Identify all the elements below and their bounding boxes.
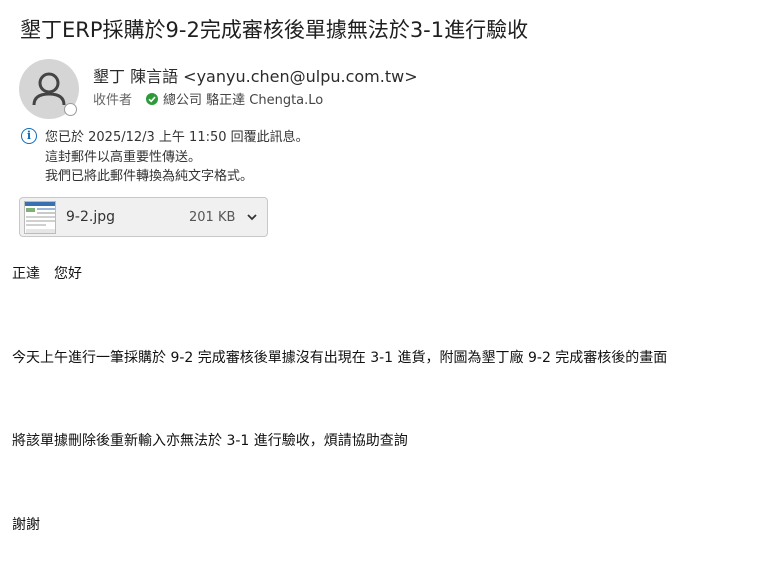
info-plaintext: 我們已將此郵件轉換為純文字格式。 [45, 169, 254, 184]
sender[interactable]: 墾丁 陳言語 <yanyu.chen@ulpu.com.tw> [93, 63, 418, 87]
chevron-down-icon[interactable] [246, 211, 258, 223]
info-reply[interactable]: 您已於 2025/12/3 上午 11:50 回覆此訊息。 [45, 128, 309, 148]
attachment-name: 9-2.jpg [66, 209, 115, 225]
recipient[interactable]: 總公司 駱正達 Chengta.Lo [163, 89, 323, 108]
body-paragraph: 今天上午進行一筆採購於 9-2 完成審核後單據沒有出現在 3-1 進貨，附圖為墾… [12, 350, 668, 366]
info-bar: 您已於 2025/12/3 上午 11:50 回覆此訊息。 這封郵件以高重要性傳… [45, 128, 309, 187]
info-icon: i [21, 128, 37, 144]
info-importance: 這封郵件以高重要性傳送。 [45, 149, 202, 165]
email-subject: 墾丁ERP採購於9-2完成審核後單據無法於3-1進行驗收 [20, 18, 529, 42]
attachment-card[interactable]: 9-2.jpg 201 KB [19, 197, 268, 237]
body-closing: 謝謝 [12, 517, 40, 533]
attachment-size: 201 KB [189, 210, 236, 225]
recipient-row: 收件者 總公司 駱正達 Chengta.Lo [93, 89, 323, 108]
body-paragraph: 將該單據刪除後重新輸入亦無法於 3-1 進行驗收，煩請協助查詢 [12, 433, 408, 449]
image-thumbnail-icon [24, 201, 56, 234]
presence-status-icon [64, 103, 77, 116]
body-greeting: 正達 您好 [12, 266, 82, 282]
check-icon [146, 92, 159, 105]
to-label: 收件者 [93, 93, 133, 108]
